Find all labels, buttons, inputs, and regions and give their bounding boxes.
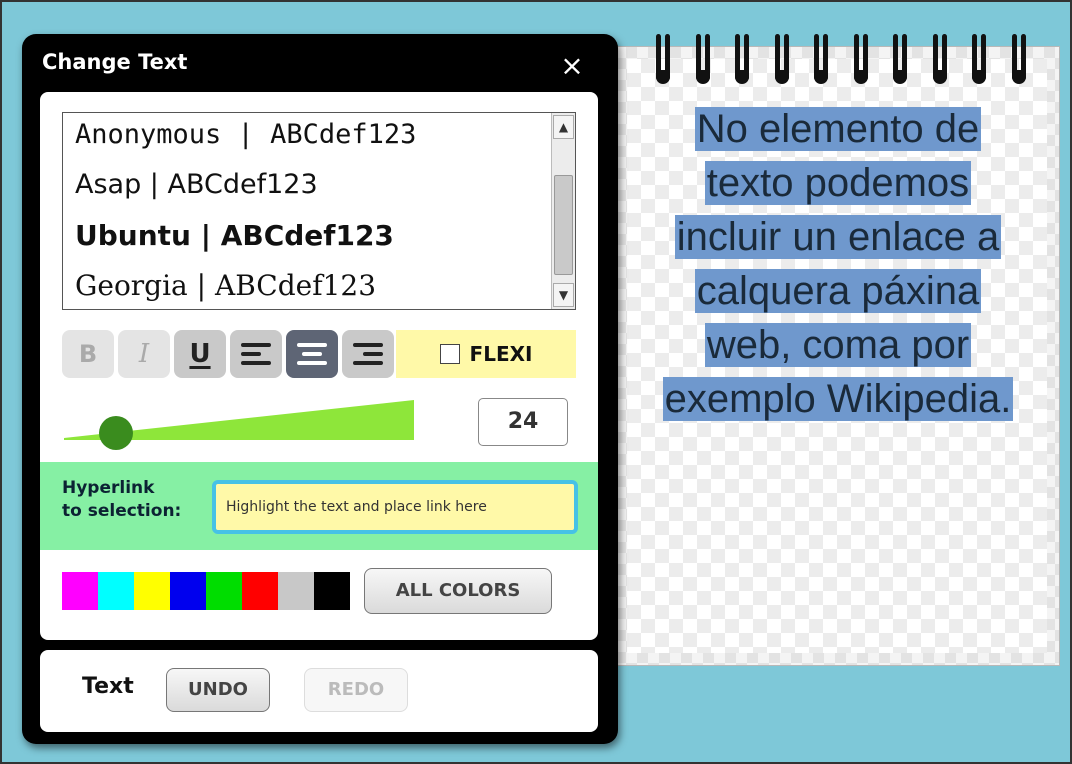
flexi-toggle[interactable]: FLEXI <box>396 330 576 378</box>
spiral-ring-icon <box>1011 34 1026 84</box>
color-swatch[interactable] <box>134 572 170 610</box>
scrollbar-thumb[interactable] <box>554 175 573 275</box>
note-text-line[interactable]: No elemento de <box>694 107 982 151</box>
note-text-line[interactable]: web, coma por <box>704 323 972 367</box>
all-colors-button[interactable]: ALL COLORS <box>364 568 552 614</box>
align-left-button[interactable] <box>230 330 282 378</box>
align-left-icon <box>241 342 271 366</box>
close-icon[interactable]: × <box>558 52 586 80</box>
hyperlink-label: Hyperlink to selection: <box>62 477 212 523</box>
spiral-ring-icon <box>893 34 908 84</box>
flexi-checkbox[interactable] <box>439 344 460 364</box>
font-size-slider-knob[interactable] <box>99 416 133 450</box>
hyperlink-input[interactable] <box>212 480 578 534</box>
align-right-icon <box>353 342 383 366</box>
font-option-ubuntu[interactable]: Ubuntu | ABCdef123 <box>75 219 394 252</box>
scroll-up-icon[interactable]: ▲ <box>553 115 574 139</box>
font-size-value[interactable]: 24 <box>478 398 568 446</box>
flexi-label: FLEXI <box>469 342 533 366</box>
note-text-line[interactable]: incluir un enlace a <box>674 215 1002 259</box>
color-swatch[interactable] <box>98 572 134 610</box>
align-center-button[interactable] <box>286 330 338 378</box>
color-swatch[interactable] <box>206 572 242 610</box>
font-list[interactable]: Anonymous | ABCdef123 Asap | ABCdef123 U… <box>62 112 576 310</box>
note-text-line[interactable]: texto podemos <box>704 161 972 205</box>
hyperlink-label-line1: Hyperlink <box>62 478 155 498</box>
color-swatch[interactable] <box>62 572 98 610</box>
spiral-ring-icon <box>774 34 789 84</box>
font-option-asap[interactable]: Asap | ABCdef123 <box>75 169 318 200</box>
align-center-icon <box>297 342 327 366</box>
font-option-georgia[interactable]: Georgia | ABCdef123 <box>75 269 376 302</box>
bold-button[interactable]: B <box>62 330 114 378</box>
font-list-scrollbar[interactable]: ▲ ▼ <box>551 113 575 309</box>
scroll-down-icon[interactable]: ▼ <box>553 283 574 307</box>
color-swatch[interactable] <box>242 572 278 610</box>
color-swatch[interactable] <box>314 572 350 610</box>
spiral-ring-icon <box>695 34 710 84</box>
note-text-line[interactable]: calquera páxina <box>694 269 982 313</box>
spiral-ring-icon <box>972 34 987 84</box>
underline-button[interactable]: U <box>174 330 226 378</box>
dialog-title: Change Text <box>42 50 188 74</box>
text-settings-panel: Anonymous | ABCdef123 Asap | ABCdef123 U… <box>40 92 598 640</box>
italic-button[interactable]: I <box>118 330 170 378</box>
spiral-ring-icon <box>656 34 670 84</box>
note-text-line[interactable]: exemplo Wikipedia. <box>662 377 1014 421</box>
spiral-ring-icon <box>814 34 829 84</box>
undo-button[interactable]: UNDO <box>166 668 270 712</box>
color-swatch[interactable] <box>170 572 206 610</box>
hyperlink-label-line2: to selection: <box>62 501 182 521</box>
spiral-binding <box>656 34 1026 86</box>
color-swatches <box>62 572 350 610</box>
color-swatch[interactable] <box>278 572 314 610</box>
hyperlink-section: Hyperlink to selection: <box>40 462 598 550</box>
spiral-ring-icon <box>932 34 947 84</box>
history-panel: Text UNDO REDO <box>40 650 598 732</box>
canvas-area: No elemento de texto podemos incluir un … <box>0 0 1072 764</box>
element-type-label: Text <box>82 674 134 699</box>
align-right-button[interactable] <box>342 330 394 378</box>
spiral-ring-icon <box>853 34 868 84</box>
font-option-anonymous[interactable]: Anonymous | ABCdef123 <box>75 119 416 150</box>
spiral-ring-icon <box>735 34 750 84</box>
redo-button[interactable]: REDO <box>304 668 408 712</box>
note-text-element[interactable]: No elemento de texto podemos incluir un … <box>630 102 1046 426</box>
